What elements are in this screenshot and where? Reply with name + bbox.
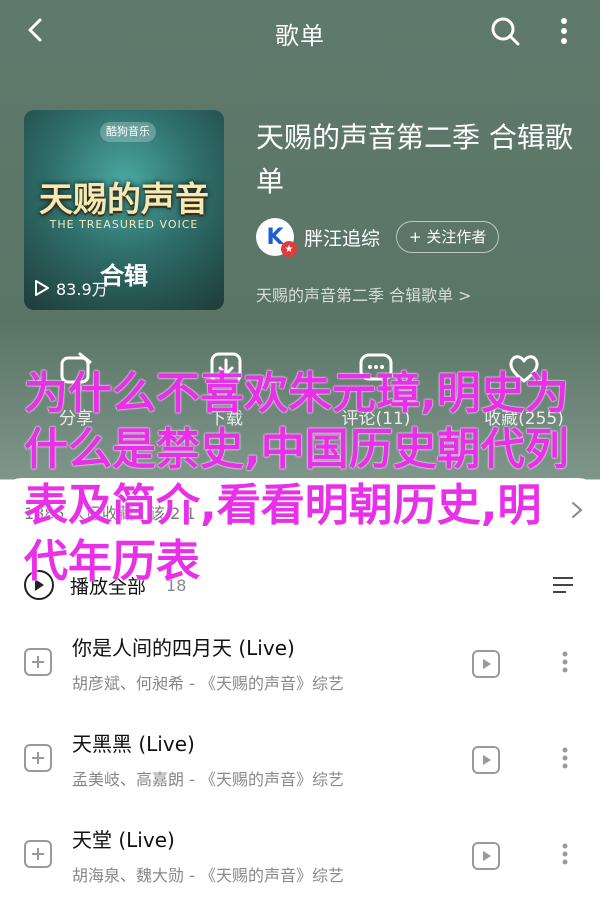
- song-row[interactable]: 天黑黑 (Live) 孟美岐、高嘉朗 - 《天赐的声音》综艺: [0, 716, 600, 812]
- song-title: 天堂 (Live): [72, 828, 175, 852]
- song-more-icon[interactable]: [558, 840, 572, 868]
- cover-title: 天赐的声音: [39, 180, 209, 220]
- play-mv-icon[interactable]: [472, 650, 500, 678]
- overlay-headline: 为什么不喜欢朱元璋,明史为什么是禁史,中国历史朝代列表及简介,看看明朝历史,明代…: [24, 368, 569, 587]
- play-mv-icon[interactable]: [472, 842, 500, 870]
- play-mv-icon[interactable]: [472, 746, 500, 774]
- song-more-icon[interactable]: [558, 744, 572, 772]
- album-description[interactable]: 天赐的声音第二季 合辑歌单 >: [256, 282, 472, 306]
- song-title: 天黑黑 (Live): [72, 732, 195, 756]
- album-cover[interactable]: 酷狗音乐 天赐的声音 THE TREASURED VOICE 合辑 83.9万: [24, 110, 224, 310]
- song-subtitle: 孟美岐、高嘉朗 - 《天赐的声音》综艺: [72, 770, 344, 789]
- top-bar: 歌单: [0, 0, 600, 64]
- follow-button[interactable]: + 关注作者: [396, 221, 500, 253]
- creator-name[interactable]: 胖汪追综: [304, 224, 380, 251]
- play-triangle-icon: [35, 280, 49, 296]
- cover-subtitle: THE TREASURED VOICE: [49, 218, 199, 231]
- add-to-playlist-icon[interactable]: [24, 648, 52, 676]
- play-count-value: 83.9万: [56, 280, 108, 299]
- more-vertical-icon[interactable]: [548, 14, 580, 48]
- cover-brand-chip: 酷狗音乐: [100, 122, 156, 142]
- song-list: 你是人间的四月天 (Live) 胡彦斌、何昶希 - 《天赐的声音》综艺 天黑黑 …: [0, 620, 600, 908]
- song-subtitle: 胡彦斌、何昶希 - 《天赐的声音》综艺: [72, 674, 344, 693]
- play-count: 83.9万: [34, 276, 108, 300]
- song-more-icon[interactable]: [558, 648, 572, 676]
- song-row[interactable]: 天堂 (Live) 胡海泉、魏大勋 - 《天赐的声音》综艺: [0, 812, 600, 908]
- song-row[interactable]: 你是人间的四月天 (Live) 胡彦斌、何昶希 - 《天赐的声音》综艺: [0, 620, 600, 716]
- verified-badge-icon: ★: [281, 241, 297, 257]
- add-to-playlist-icon[interactable]: [24, 840, 52, 868]
- creator-row: K ★ 胖汪追综 + 关注作者: [256, 218, 500, 257]
- search-icon[interactable]: [488, 14, 522, 48]
- add-to-playlist-icon[interactable]: [24, 744, 52, 772]
- song-subtitle: 胡海泉、魏大勋 - 《天赐的声音》综艺: [72, 866, 344, 885]
- creator-avatar[interactable]: K ★: [256, 218, 297, 257]
- album-title: 天赐的声音第二季 合辑歌单: [256, 121, 573, 198]
- song-title: 你是人间的四月天 (Live): [72, 636, 295, 660]
